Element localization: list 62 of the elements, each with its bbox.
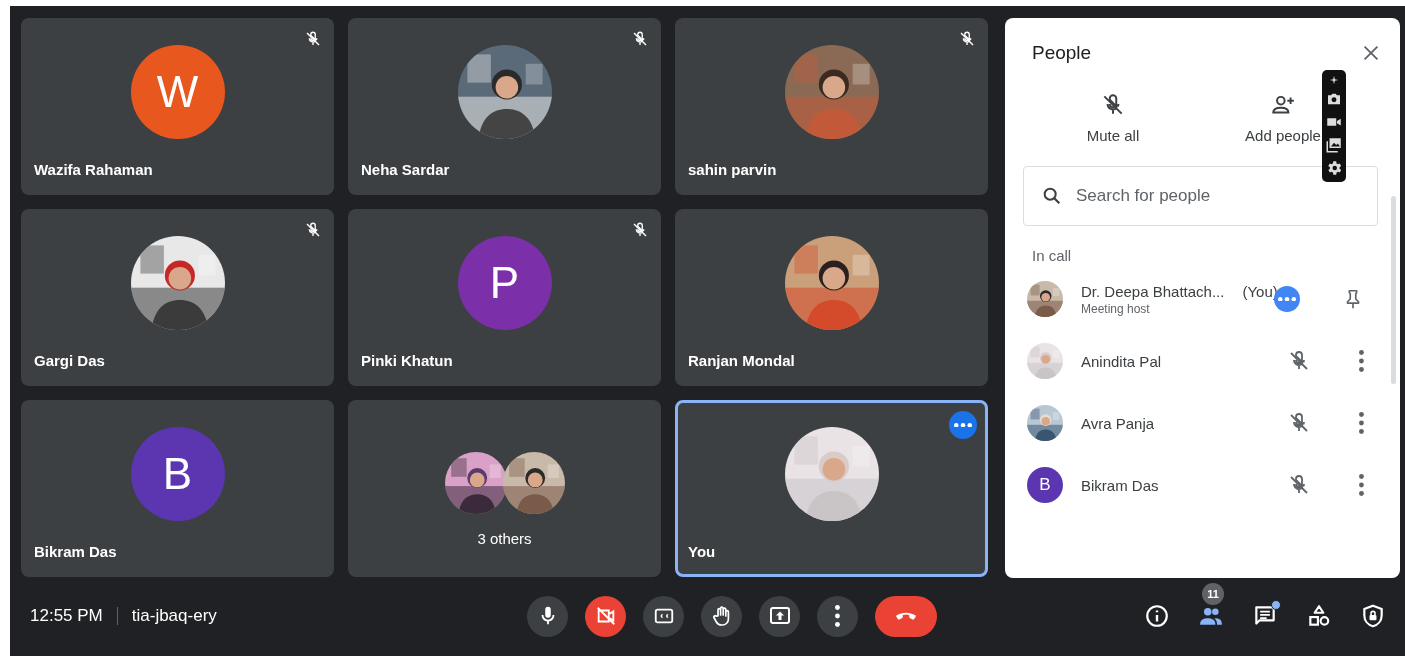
video-tile[interactable]: sahin parvin	[675, 18, 988, 195]
participant-count: 3 others	[477, 530, 532, 547]
video-tile[interactable]: You	[675, 400, 988, 577]
section-heading: In call	[1031, 246, 1073, 264]
info-icon	[1144, 603, 1170, 629]
microphone-button[interactable]	[527, 595, 568, 637]
video-tile[interactable]: P Pinki Khatun	[348, 209, 661, 386]
more-vert-icon	[1359, 474, 1364, 496]
camera-off-icon	[594, 605, 617, 627]
panel-title: People	[1032, 42, 1092, 64]
avatar: W	[130, 44, 225, 139]
more-vert-icon	[1359, 412, 1364, 434]
host-controls-button[interactable]	[1360, 603, 1386, 629]
avatar: P	[457, 235, 552, 330]
avatar: B	[1027, 467, 1063, 503]
clock-time: 12:55 PM	[30, 606, 103, 626]
raise-hand-button[interactable]	[701, 595, 742, 637]
participant-name: Pinki Khatun	[361, 352, 453, 369]
mute-all-button[interactable]: Mute all	[1033, 92, 1193, 144]
participant-name: sahin parvin	[688, 161, 777, 178]
shield-lock-icon	[1360, 603, 1386, 629]
activities-button[interactable]	[1306, 603, 1332, 629]
meeting-code: tia-jbaq-ery	[131, 606, 217, 626]
participant-name: Bikram Das	[34, 543, 117, 560]
shapes-icon	[1306, 603, 1332, 629]
search-icon	[1041, 185, 1063, 207]
more-options-button[interactable]	[817, 595, 858, 637]
more-options-button[interactable]	[949, 411, 977, 439]
participant-name: You	[688, 543, 716, 560]
video-tile[interactable]: Gargi Das	[21, 209, 334, 386]
info-button[interactable]	[1144, 603, 1170, 629]
avatar: B	[130, 426, 225, 521]
participant-name: Avra Panja	[1081, 414, 1155, 432]
video-tile[interactable]: W Wazifa Rahaman	[21, 18, 334, 195]
participant-name: Neha Sardar	[361, 161, 450, 178]
camera-button[interactable]	[585, 595, 626, 637]
more-icon	[1278, 296, 1296, 302]
video-tile[interactable]: B Bikram Das	[21, 400, 334, 577]
people-count: 11	[1202, 583, 1224, 605]
participant-role: Meeting host	[1081, 301, 1151, 316]
more-icon	[954, 422, 972, 428]
more-vert-icon	[835, 605, 840, 627]
participant-name: Gargi Das	[34, 352, 105, 369]
gallery-icon	[1325, 136, 1343, 155]
video-tile[interactable]: Neha Sardar	[348, 18, 661, 195]
leave-call-button[interactable]	[875, 595, 937, 637]
more-vert-icon	[1359, 350, 1364, 372]
search-field[interactable]: Search for people	[1023, 166, 1378, 226]
captions-button[interactable]	[643, 595, 684, 637]
add-people-button[interactable]: Add people	[1203, 92, 1363, 144]
more-options-button[interactable]	[1359, 412, 1364, 434]
more-options-button[interactable]	[1359, 350, 1364, 372]
video-tile[interactable]: 3 others	[348, 400, 661, 577]
present-button[interactable]	[759, 595, 800, 637]
participant-name: Bikram Das	[1081, 476, 1159, 494]
participant-name: Wazifa Rahaman	[34, 161, 153, 178]
participant-name: Ranjan Mondal	[688, 352, 795, 369]
participant-name: Dr. Deepa Bhattach...	[1081, 282, 1225, 300]
scrollbar[interactable]	[1391, 196, 1396, 384]
more-options-button[interactable]	[1359, 474, 1364, 496]
participant-name: Anindita Pal	[1081, 352, 1162, 370]
video-tile[interactable]: Ranjan Mondal	[675, 209, 988, 386]
